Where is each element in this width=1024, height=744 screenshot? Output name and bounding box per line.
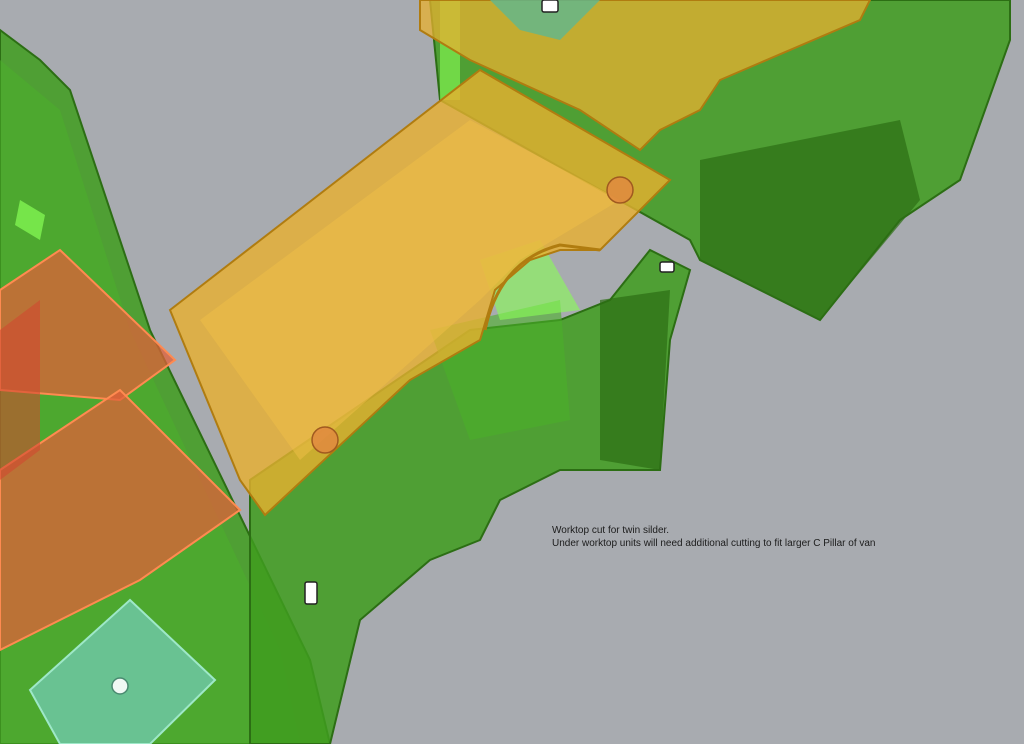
cad-viewport[interactable]: Worktop cut for twin silder. Under workt… <box>0 0 1024 744</box>
model-annotation: Worktop cut for twin silder. Under workt… <box>552 524 876 550</box>
annotation-line-1: Worktop cut for twin silder. <box>552 525 670 536</box>
cad-model-render <box>0 0 1011 744</box>
annotation-line-2: Under worktop units will need additional… <box>552 538 876 549</box>
